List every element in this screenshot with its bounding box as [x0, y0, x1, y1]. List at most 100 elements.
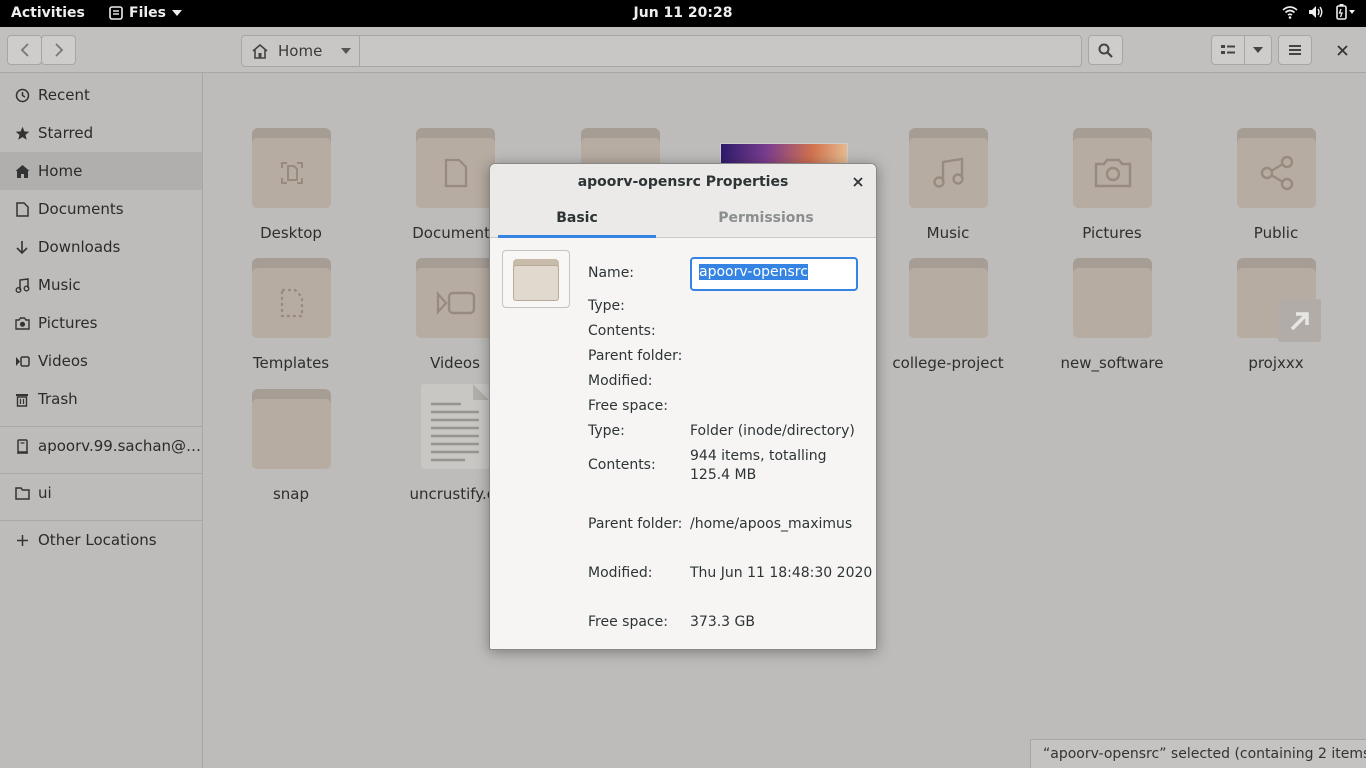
sidebar-item-trash[interactable]: Trash: [0, 380, 202, 418]
files-app-icon: [109, 6, 123, 20]
status-bar: “apoorv-opensrc” selected (containing 2 …: [1030, 739, 1366, 768]
name-label: Name:: [588, 265, 635, 281]
search-button[interactable]: [1088, 35, 1123, 65]
sidebar-item-label: Music: [38, 276, 81, 294]
sidebar-item-starred[interactable]: Starred: [0, 114, 202, 152]
download-icon: [14, 239, 30, 255]
name-field[interactable]: apoorv-opensrc: [690, 257, 858, 291]
type-label: Type:: [588, 298, 625, 314]
free-space-label: Free space:: [588, 398, 668, 414]
modified-label: Modified:: [588, 565, 653, 581]
sidebar-item-label: Other Locations: [38, 531, 157, 549]
file-label: Public: [1253, 224, 1299, 242]
wifi-icon: [1282, 6, 1298, 19]
close-icon: [1336, 44, 1348, 56]
sidebar-item-label: apoorv.99.sachan@…: [38, 437, 202, 455]
contents-label: Contents:: [588, 323, 656, 339]
sidebar-item-label: Documents: [38, 200, 124, 218]
parent-folder-value: /home/apoos_maximus: [690, 516, 853, 532]
sidebar: Recent Starred Home Documents Downloads …: [0, 73, 203, 768]
forward-button[interactable]: [41, 35, 76, 65]
modified-value: Thu Jun 11 18:48:30 2020: [690, 565, 873, 581]
window-close-button[interactable]: [1326, 35, 1358, 65]
file-label: new_software: [1060, 354, 1164, 372]
volume-icon: [1309, 6, 1323, 18]
music-icon: [14, 277, 30, 293]
parent-folder-label: Parent folder:: [588, 516, 683, 532]
sidebar-item-label: Pictures: [38, 314, 98, 332]
chevron-down-icon: [341, 48, 351, 54]
type-value: Folder (inode/directory): [690, 423, 855, 439]
share-icon: [1237, 138, 1316, 208]
chevron-left-icon: [20, 43, 29, 57]
network-drive-icon: [14, 438, 30, 454]
free-space-value: 373.3 GB: [690, 614, 755, 630]
sidebar-item-recent[interactable]: Recent: [0, 76, 202, 114]
properties-dialog: apoorv-opensrc Properties Basic Permissi…: [489, 163, 877, 650]
sidebar-item-music[interactable]: Music: [0, 266, 202, 304]
sidebar-item-home[interactable]: Home: [0, 152, 202, 190]
home-icon: [14, 163, 30, 179]
sidebar-item-network-drive[interactable]: apoorv.99.sachan@…: [0, 427, 202, 465]
contents-size-value: 125.4 MB: [690, 467, 757, 483]
contents-value: 944 items, totalling: [690, 448, 827, 464]
sidebar-item-label: Recent: [38, 86, 90, 104]
sidebar-item-label: Home: [38, 162, 83, 180]
modified-label: Modified:: [588, 373, 653, 389]
symlink-arrow-icon: [1278, 299, 1321, 342]
chevron-down-icon: [1253, 47, 1263, 53]
view-options-button[interactable]: [1244, 35, 1272, 65]
chevron-right-icon: [54, 43, 63, 57]
path-bar[interactable]: Home: [241, 35, 1082, 67]
sidebar-item-videos[interactable]: Videos: [0, 342, 202, 380]
chevron-down-icon: [172, 10, 182, 16]
video-icon: [14, 353, 30, 369]
camera-icon: [14, 315, 30, 331]
sidebar-item-label: Downloads: [38, 238, 121, 256]
file-label: Templates: [252, 354, 330, 372]
sidebar-item-ui[interactable]: ui: [0, 474, 202, 512]
sidebar-item-documents[interactable]: Documents: [0, 190, 202, 228]
document-icon: [14, 201, 30, 217]
file-label: Pictures: [1082, 224, 1142, 242]
app-menu[interactable]: Files: [109, 5, 182, 21]
sidebar-item-downloads[interactable]: Downloads: [0, 228, 202, 266]
star-icon: [14, 125, 30, 141]
battery-icon: [1336, 4, 1355, 20]
clock[interactable]: Jun 11 20:28: [634, 5, 733, 21]
sidebar-item-other-locations[interactable]: Other Locations: [0, 521, 202, 559]
folder-icon: [14, 485, 30, 501]
type-label: Type:: [588, 423, 625, 439]
close-icon: [853, 177, 863, 187]
text-file-icon: [421, 384, 489, 469]
sidebar-item-label: Trash: [38, 390, 78, 408]
name-field-value: apoorv-opensrc: [699, 264, 808, 280]
tab-permissions[interactable]: Permissions: [687, 200, 845, 238]
path-home-label: Home: [278, 42, 323, 60]
system-tray[interactable]: [1282, 4, 1356, 20]
file-label: projxxx: [1248, 354, 1304, 372]
sidebar-item-pictures[interactable]: Pictures: [0, 304, 202, 342]
tab-basic[interactable]: Basic: [498, 200, 656, 238]
template-icon: [252, 268, 331, 338]
contents-label: Contents:: [588, 457, 656, 473]
dialog-title: apoorv-opensrc Properties: [490, 164, 876, 200]
top-bar: Activities Files Jun 11 20:28: [0, 0, 1366, 27]
view-toggle-button[interactable]: [1211, 35, 1245, 65]
file-label: college-project: [892, 354, 1004, 372]
file-label: Music: [926, 224, 970, 242]
dialog-close-button[interactable]: [850, 174, 866, 190]
header-bar: Home: [0, 27, 1366, 73]
parent-folder-label: Parent folder:: [588, 348, 683, 364]
plus-icon: [14, 532, 30, 548]
file-label: snap: [272, 485, 310, 503]
activities-button[interactable]: Activities: [11, 5, 85, 21]
back-button[interactable]: [7, 35, 42, 65]
main-menu-button[interactable]: [1278, 35, 1312, 65]
folder-icon[interactable]: [502, 250, 570, 308]
sidebar-item-label: Starred: [38, 124, 94, 142]
search-icon: [1098, 43, 1113, 58]
path-home-button[interactable]: Home: [242, 36, 360, 66]
trash-icon: [14, 391, 30, 407]
file-label: Desktop: [260, 224, 322, 242]
